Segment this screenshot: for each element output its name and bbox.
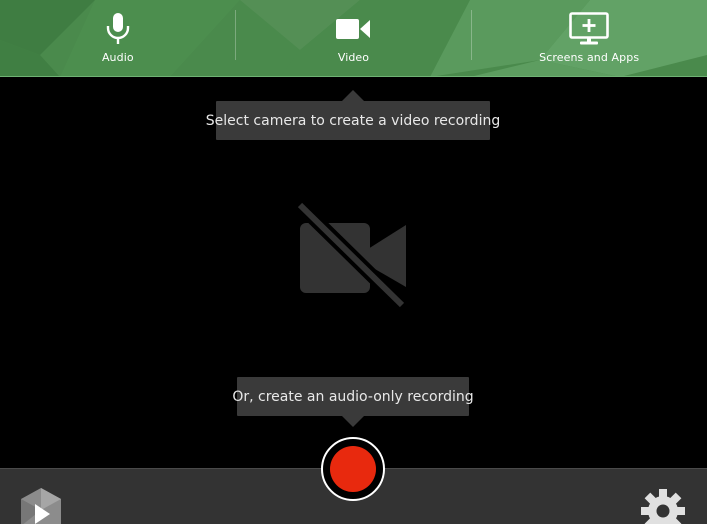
app-logo-icon xyxy=(21,488,61,524)
video-hint-tooltip: Select camera to create a video recordin… xyxy=(206,90,500,140)
gear-icon[interactable] xyxy=(640,487,686,524)
video-source-label: Video xyxy=(337,51,370,64)
source-selector-bar: Audio Video Screens and Apps xyxy=(0,0,707,77)
monitor-plus-icon xyxy=(569,12,609,45)
record-button[interactable] xyxy=(321,437,385,501)
source-divider xyxy=(235,10,236,60)
screens-source-label: Screens and Apps xyxy=(539,51,640,64)
video-source-button[interactable]: Video xyxy=(236,0,472,77)
screens-source-button[interactable]: Screens and Apps xyxy=(471,0,707,77)
audio-hint-tooltip: Or, create an audio-only recording xyxy=(232,377,474,427)
video-hint-text: Select camera to create a video recordin… xyxy=(205,112,501,129)
audio-source-label: Audio xyxy=(101,51,134,64)
record-icon xyxy=(330,446,376,492)
audio-source-button[interactable]: Audio xyxy=(0,0,236,77)
source-divider xyxy=(471,10,472,60)
video-camera-icon xyxy=(336,19,371,39)
recorder-window: Audio Video Screens and Apps Select came… xyxy=(0,0,707,524)
camera-off-icon xyxy=(295,200,407,310)
microphone-icon xyxy=(106,13,130,44)
audio-hint-text: Or, create an audio-only recording xyxy=(232,388,474,405)
